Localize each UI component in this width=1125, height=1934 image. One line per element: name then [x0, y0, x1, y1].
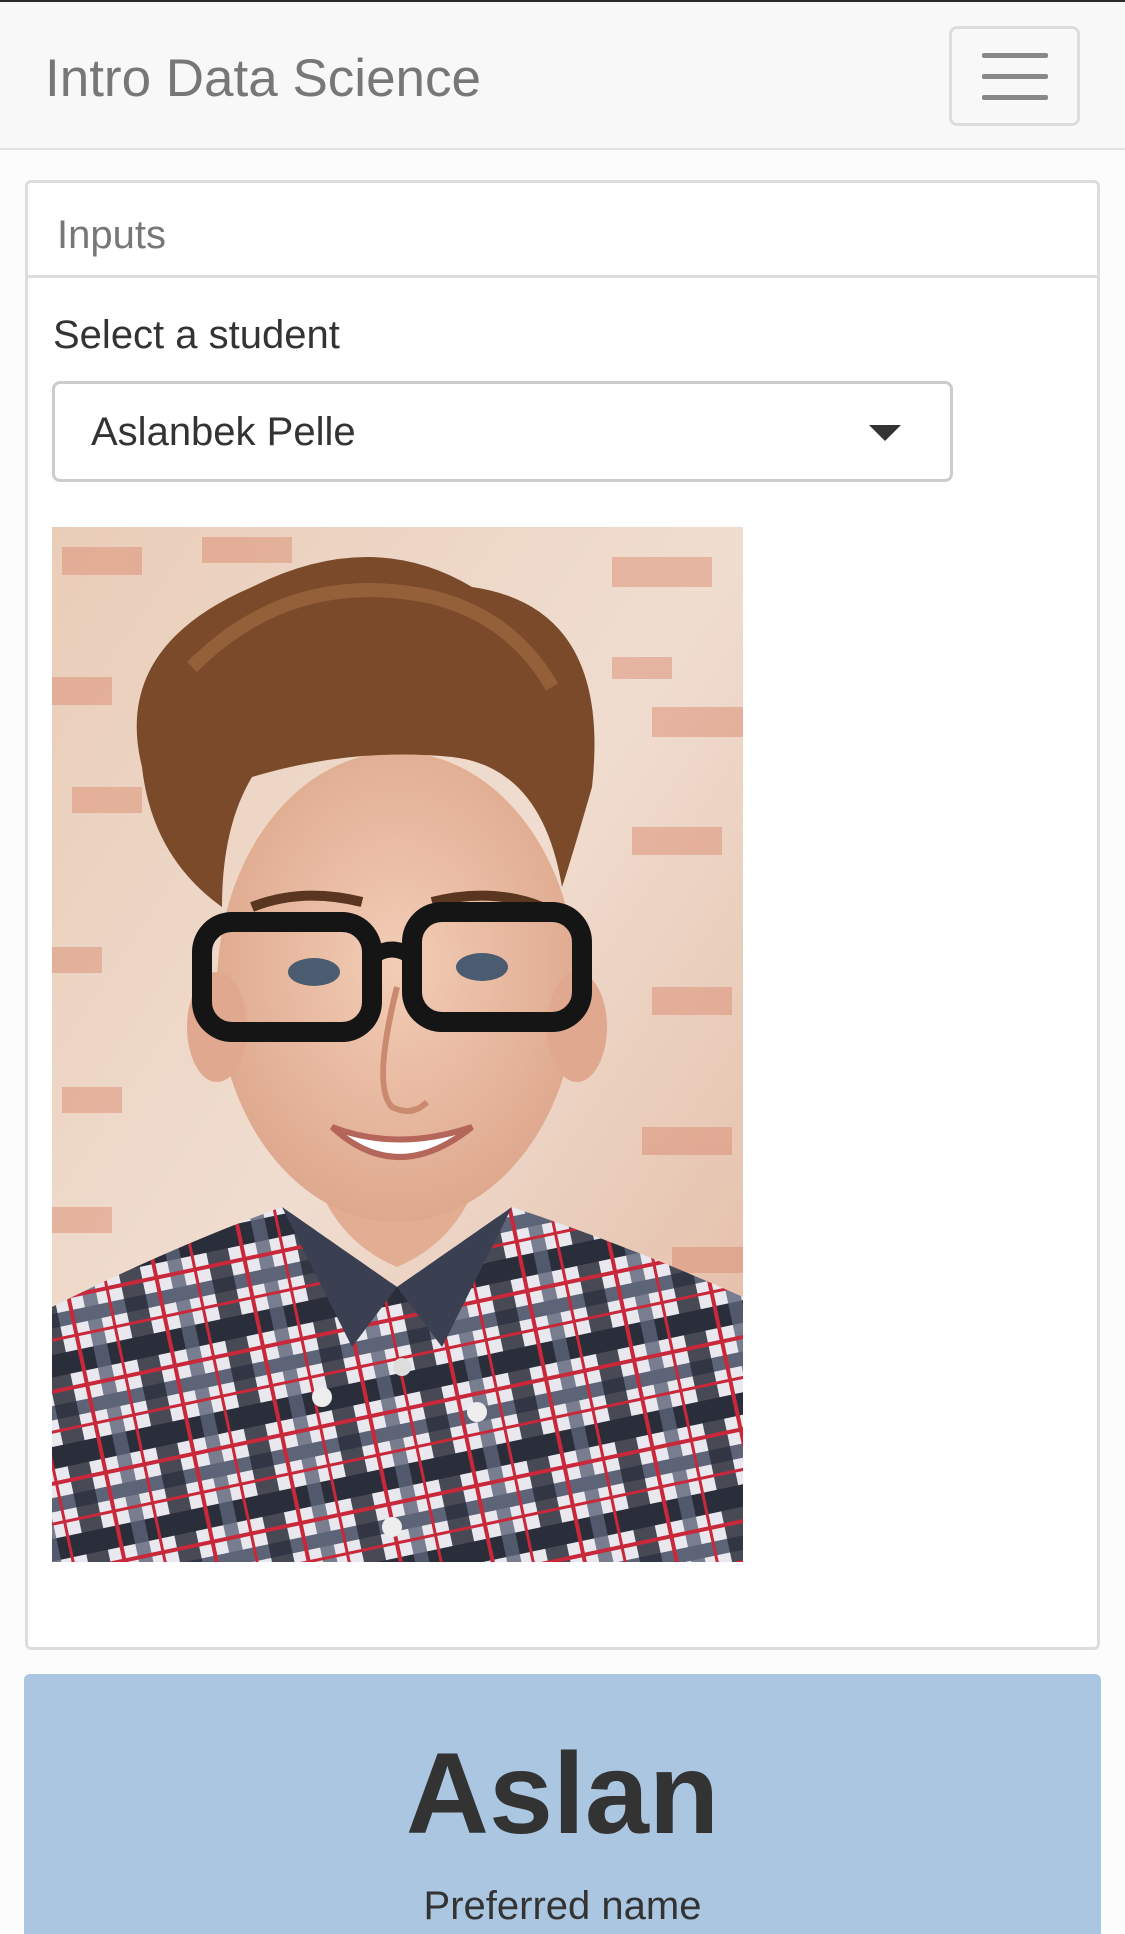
select-student-label: Select a student	[53, 313, 340, 357]
student-select[interactable]: Aslanbek Pelle	[52, 381, 953, 482]
brand-title[interactable]: Intro Data Science	[45, 48, 481, 109]
menu-toggle-button[interactable]	[949, 26, 1080, 126]
navbar: Intro Data Science	[0, 0, 1125, 150]
selected-student-value: Aslanbek Pelle	[91, 410, 356, 454]
student-info-box: Aslan Preferred name	[24, 1674, 1101, 1934]
panel-heading: Inputs	[28, 183, 1097, 278]
student-photo	[52, 527, 743, 1562]
inputs-panel: Inputs Select a student Aslanbek Pelle	[25, 180, 1100, 1650]
panel-heading-title: Inputs	[57, 213, 166, 257]
preferred-name: Aslan	[405, 1730, 720, 1858]
preferred-name-label: Preferred name	[423, 1884, 702, 1928]
caret-down-icon	[869, 425, 901, 441]
